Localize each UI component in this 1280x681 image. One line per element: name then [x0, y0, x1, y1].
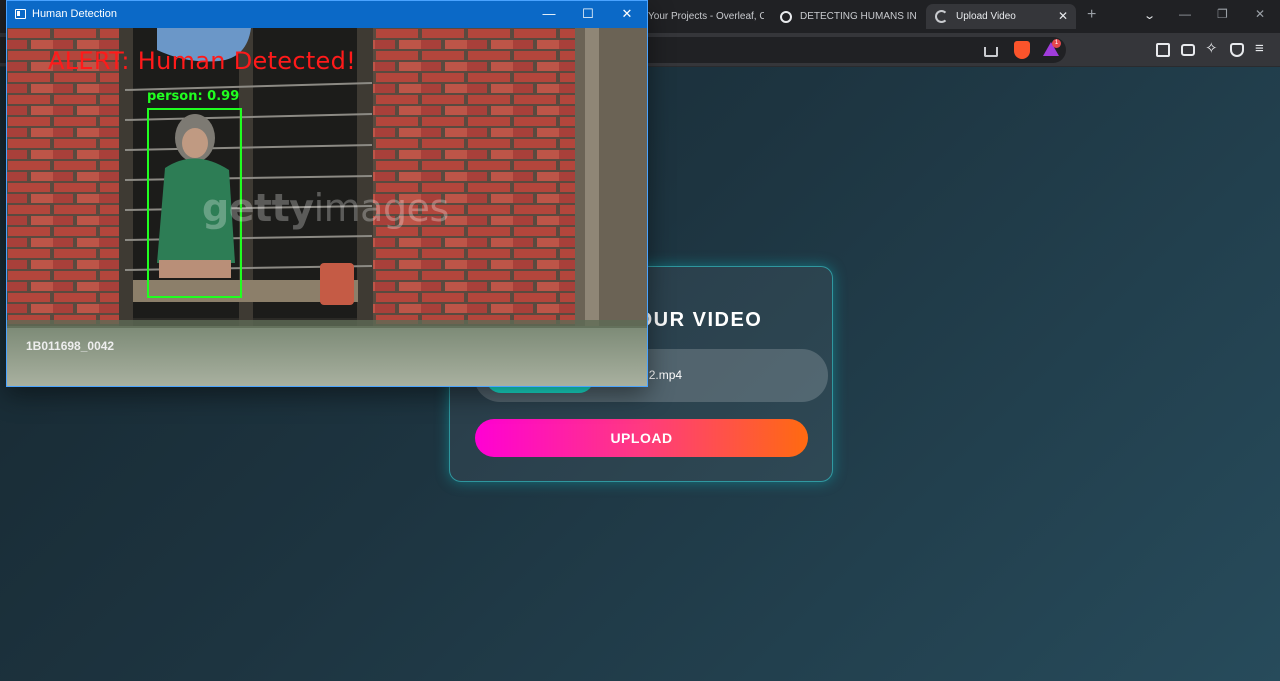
tab-label: Upload Video: [956, 11, 1016, 22]
hamburger-menu-icon[interactable]: ≡: [1255, 41, 1269, 56]
tab-label: Your Projects - Overleaf, C: [648, 11, 764, 22]
vpn-shield-icon[interactable]: [1230, 43, 1244, 57]
window-app-icon: [15, 9, 26, 19]
detection-label: person: 0.99: [147, 89, 240, 104]
alert-text: ALERT: Human Detected!: [48, 47, 357, 75]
maximize-button[interactable]: ☐: [575, 4, 601, 24]
close-button[interactable]: ✕: [614, 4, 640, 24]
tab-label: DETECTING HUMANS IN: [800, 11, 917, 22]
clip-id: 1B011698_0042: [26, 339, 115, 353]
window-title: Human Detection: [32, 8, 117, 20]
loading-spinner-icon: [935, 10, 948, 23]
browser-restore-icon[interactable]: ❐: [1217, 7, 1228, 21]
sidebar-toggle-icon[interactable]: [1156, 43, 1170, 57]
browser-minimize-icon[interactable]: —: [1179, 7, 1191, 21]
getty-watermark: gettyimages: [202, 186, 449, 230]
window-titlebar[interactable]: Human Detection — ☐ ✕: [7, 1, 647, 28]
leo-ai-icon[interactable]: ✧: [1205, 39, 1218, 57]
tab-detecting-humans[interactable]: DETECTING HUMANS IN: [780, 4, 920, 29]
rewards-badge: 1: [1052, 39, 1061, 48]
human-detection-window: Human Detection — ☐ ✕ ALERT: Human Detec…: [6, 0, 648, 387]
brave-shields-icon[interactable]: [1014, 41, 1030, 59]
video-frame: ALERT: Human Detected! person: 0.99 gett…: [7, 28, 647, 386]
share-icon[interactable]: [984, 47, 998, 57]
tab-overleaf[interactable]: Your Projects - Overleaf, C: [648, 4, 764, 29]
browser-close-icon[interactable]: ✕: [1255, 7, 1265, 21]
right-brick-wall: [372, 28, 577, 328]
wallet-icon[interactable]: [1181, 44, 1195, 56]
new-tab-button[interactable]: +: [1087, 6, 1096, 24]
flood-water: [7, 326, 647, 386]
close-tab-icon[interactable]: ✕: [1058, 9, 1068, 23]
tab-upload-video[interactable]: Upload Video ✕: [926, 4, 1076, 29]
upload-button[interactable]: UPLOAD: [475, 419, 808, 457]
tab-search-chevron-icon[interactable]: ⌄: [1143, 9, 1156, 22]
minimize-button[interactable]: —: [536, 4, 562, 24]
chatgpt-icon: [780, 10, 792, 23]
